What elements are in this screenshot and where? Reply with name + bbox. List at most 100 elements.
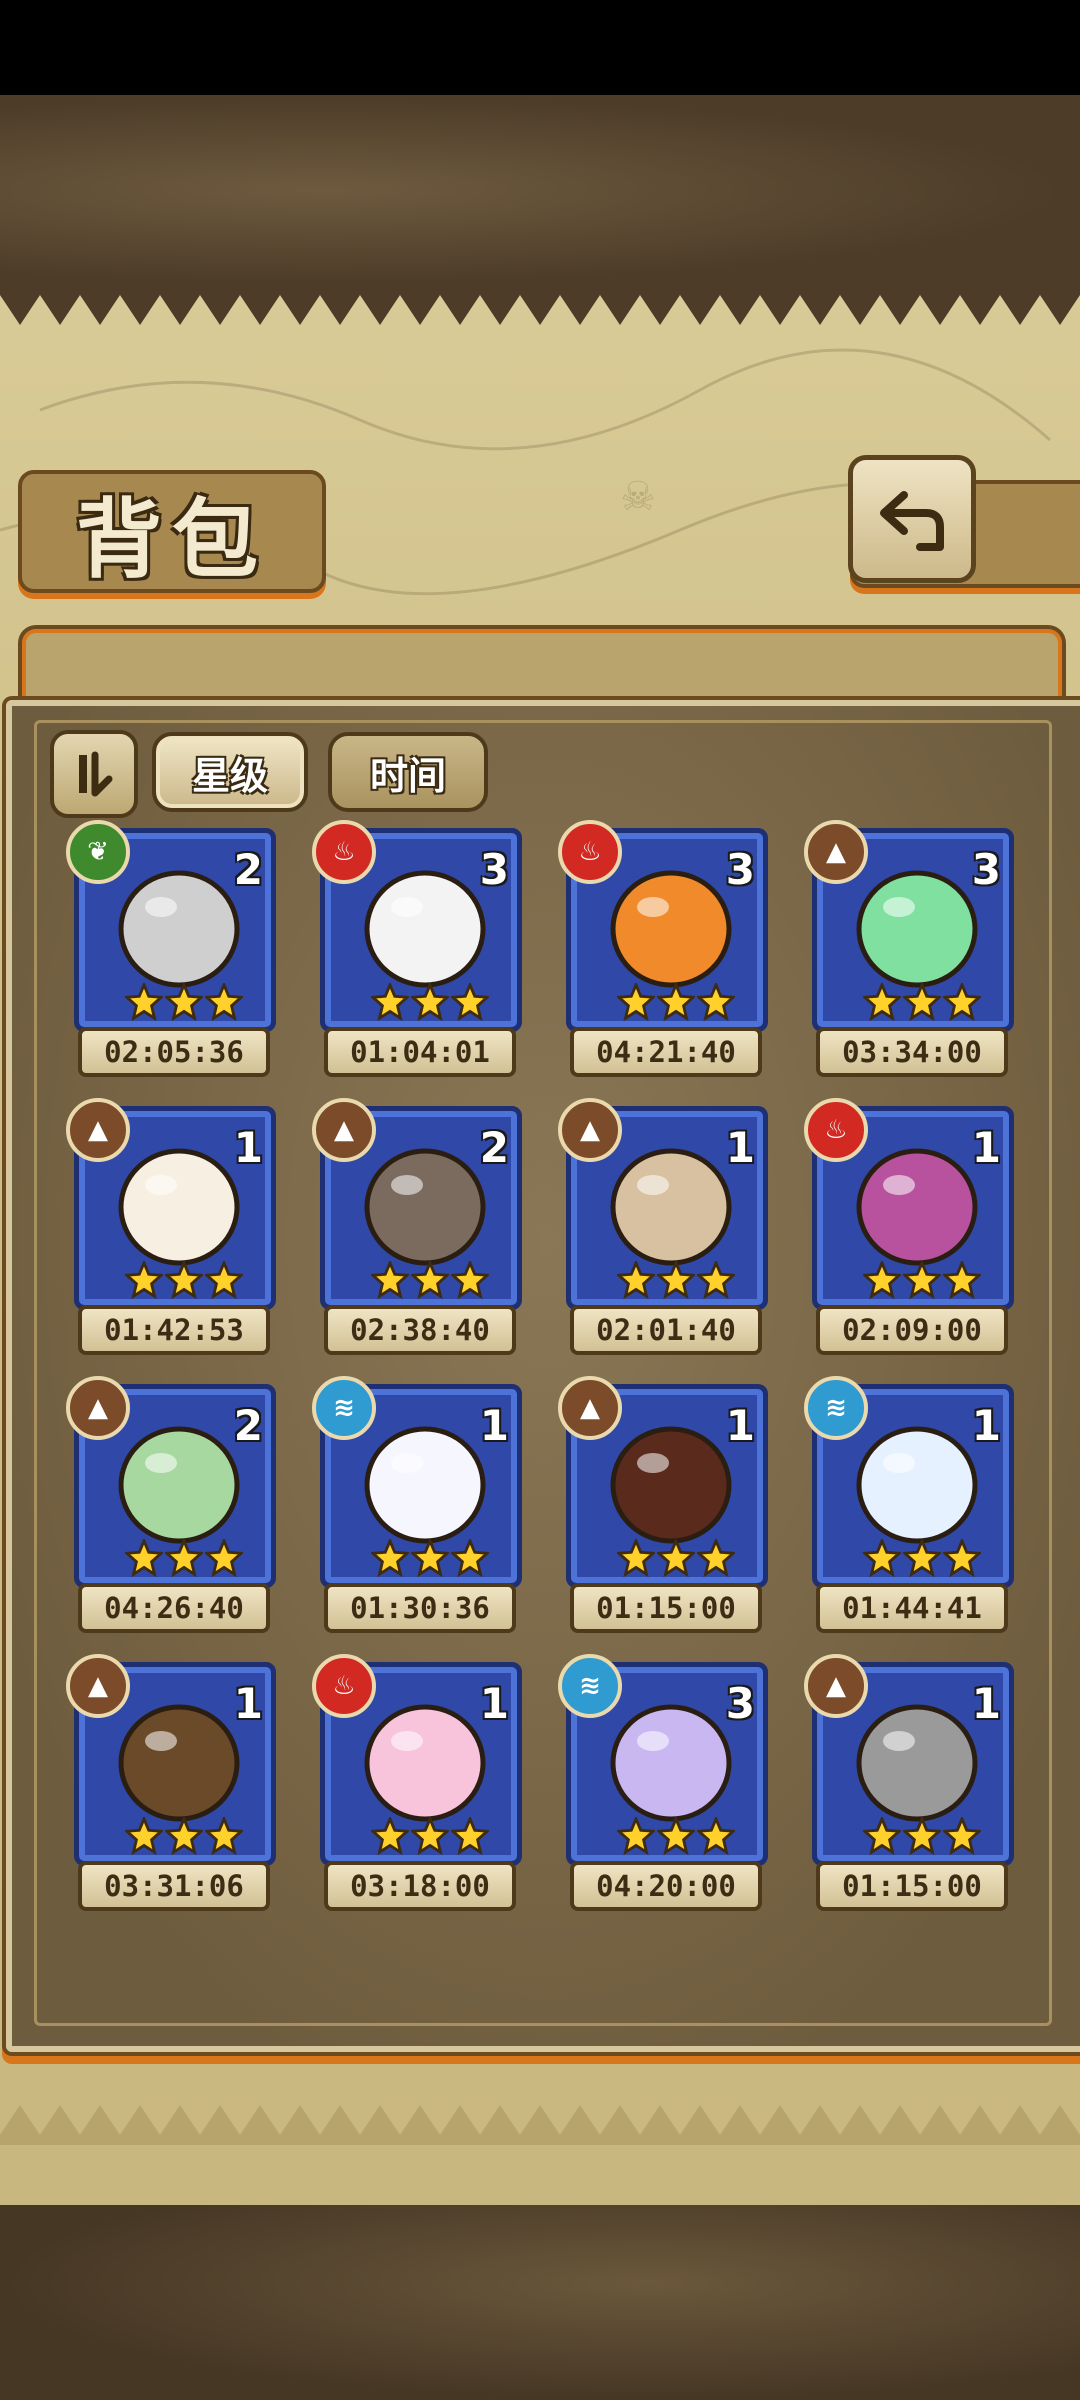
star-icon — [697, 1539, 735, 1577]
star-icon — [617, 1817, 655, 1855]
title-plaque: 背包 — [18, 470, 326, 593]
sort-order-icon — [79, 751, 113, 797]
fire-element-icon: ♨ — [558, 820, 622, 884]
map-background-bottom — [0, 2205, 1080, 2400]
star-rating — [371, 983, 491, 1023]
status-bar — [0, 0, 1080, 95]
star-rating — [125, 983, 245, 1023]
item-timer: 01:42:53 — [78, 1305, 270, 1355]
inventory-item[interactable]: 3 ♨ 01:04:01 — [312, 820, 526, 1080]
map-background-top — [0, 95, 1080, 285]
item-timer: 04:20:00 — [570, 1861, 762, 1911]
water-element-icon: ≋ — [558, 1654, 622, 1718]
item-count: 3 — [971, 845, 1001, 894]
star-icon — [657, 983, 695, 1021]
inventory-item[interactable]: 3 ▲ 03:34:00 — [804, 820, 1018, 1080]
item-count: 3 — [479, 845, 509, 894]
inventory-item[interactable]: 1 ▲ 03:31:06 — [66, 1654, 280, 1914]
filter-star-button[interactable]: 星级 — [152, 732, 308, 812]
star-icon — [657, 1539, 695, 1577]
star-rating — [863, 1539, 983, 1579]
inventory-item[interactable]: 3 ≋ 04:20:00 — [558, 1654, 772, 1914]
star-icon — [863, 1539, 901, 1577]
star-rating — [371, 1539, 491, 1579]
fire-element-icon: ♨ — [312, 820, 376, 884]
star-icon — [617, 983, 655, 1021]
back-arrow-icon — [880, 491, 944, 551]
filter-time-button[interactable]: 时间 — [328, 732, 488, 812]
earth-element-icon: ▲ — [66, 1098, 130, 1162]
item-count: 1 — [479, 1679, 509, 1728]
inventory-item[interactable]: 1 ♨ 02:09:00 — [804, 1098, 1018, 1358]
star-rating — [125, 1261, 245, 1301]
star-icon — [697, 1817, 735, 1855]
item-timer: 03:34:00 — [816, 1027, 1008, 1077]
star-icon — [943, 1261, 981, 1299]
item-timer: 01:04:01 — [324, 1027, 516, 1077]
page-title: 背包 — [76, 489, 268, 590]
inventory-item[interactable]: 1 ▲ 01:15:00 — [804, 1654, 1018, 1914]
zigzag-border-top — [0, 285, 1080, 325]
star-rating — [617, 1261, 737, 1301]
star-icon — [411, 983, 449, 1021]
star-icon — [903, 1539, 941, 1577]
item-timer: 02:05:36 — [78, 1027, 270, 1077]
item-timer: 01:15:00 — [816, 1861, 1008, 1911]
inventory-item[interactable]: 1 ♨ 03:18:00 — [312, 1654, 526, 1914]
inventory-item[interactable]: 2 ▲ 02:38:40 — [312, 1098, 526, 1358]
star-rating — [863, 983, 983, 1023]
item-timer: 03:18:00 — [324, 1861, 516, 1911]
star-icon — [371, 1261, 409, 1299]
item-timer: 03:31:06 — [78, 1861, 270, 1911]
inventory-item[interactable]: 1 ▲ 02:01:40 — [558, 1098, 772, 1358]
sort-order-button[interactable] — [50, 730, 138, 818]
star-rating — [863, 1261, 983, 1301]
item-timer: 02:01:40 — [570, 1305, 762, 1355]
inventory-item[interactable]: 1 ▲ 01:15:00 — [558, 1376, 772, 1636]
nature-element-icon: ❦ — [66, 820, 130, 884]
back-button[interactable] — [848, 455, 976, 583]
item-count: 2 — [233, 1401, 263, 1450]
item-count: 1 — [971, 1123, 1001, 1172]
fire-element-icon: ♨ — [312, 1654, 376, 1718]
svg-text:☠: ☠ — [620, 474, 656, 520]
item-count: 1 — [725, 1401, 755, 1450]
inventory-item[interactable]: 1 ≋ 01:30:36 — [312, 1376, 526, 1636]
inventory-item[interactable]: 2 ▲ 04:26:40 — [66, 1376, 280, 1636]
item-count: 1 — [725, 1123, 755, 1172]
star-icon — [863, 1261, 901, 1299]
item-count: 1 — [233, 1679, 263, 1728]
item-count: 1 — [479, 1401, 509, 1450]
star-icon — [451, 1539, 489, 1577]
inventory-item[interactable]: 3 ♨ 04:21:40 — [558, 820, 772, 1080]
item-timer: 01:44:41 — [816, 1583, 1008, 1633]
inventory-item[interactable]: 2 ❦ 02:05:36 — [66, 820, 280, 1080]
star-icon — [943, 983, 981, 1021]
star-icon — [657, 1817, 695, 1855]
star-icon — [125, 1539, 163, 1577]
star-rating — [617, 1817, 737, 1857]
inventory-item[interactable]: 1 ≋ 01:44:41 — [804, 1376, 1018, 1636]
item-timer: 01:15:00 — [570, 1583, 762, 1633]
star-icon — [657, 1261, 695, 1299]
star-icon — [697, 983, 735, 1021]
star-icon — [205, 983, 243, 1021]
water-element-icon: ≋ — [804, 1376, 868, 1440]
star-icon — [125, 1817, 163, 1855]
earth-element-icon: ▲ — [804, 820, 868, 884]
star-rating — [125, 1817, 245, 1857]
star-icon — [165, 1261, 203, 1299]
item-timer: 02:09:00 — [816, 1305, 1008, 1355]
star-rating — [125, 1539, 245, 1579]
zigzag-border-bottom — [0, 2105, 1080, 2145]
item-count: 3 — [725, 845, 755, 894]
inventory-item[interactable]: 1 ▲ 01:42:53 — [66, 1098, 280, 1358]
star-icon — [863, 983, 901, 1021]
item-count: 2 — [479, 1123, 509, 1172]
star-icon — [451, 1261, 489, 1299]
star-icon — [903, 1261, 941, 1299]
star-icon — [617, 1261, 655, 1299]
star-icon — [943, 1817, 981, 1855]
item-count: 1 — [233, 1123, 263, 1172]
item-timer: 04:26:40 — [78, 1583, 270, 1633]
